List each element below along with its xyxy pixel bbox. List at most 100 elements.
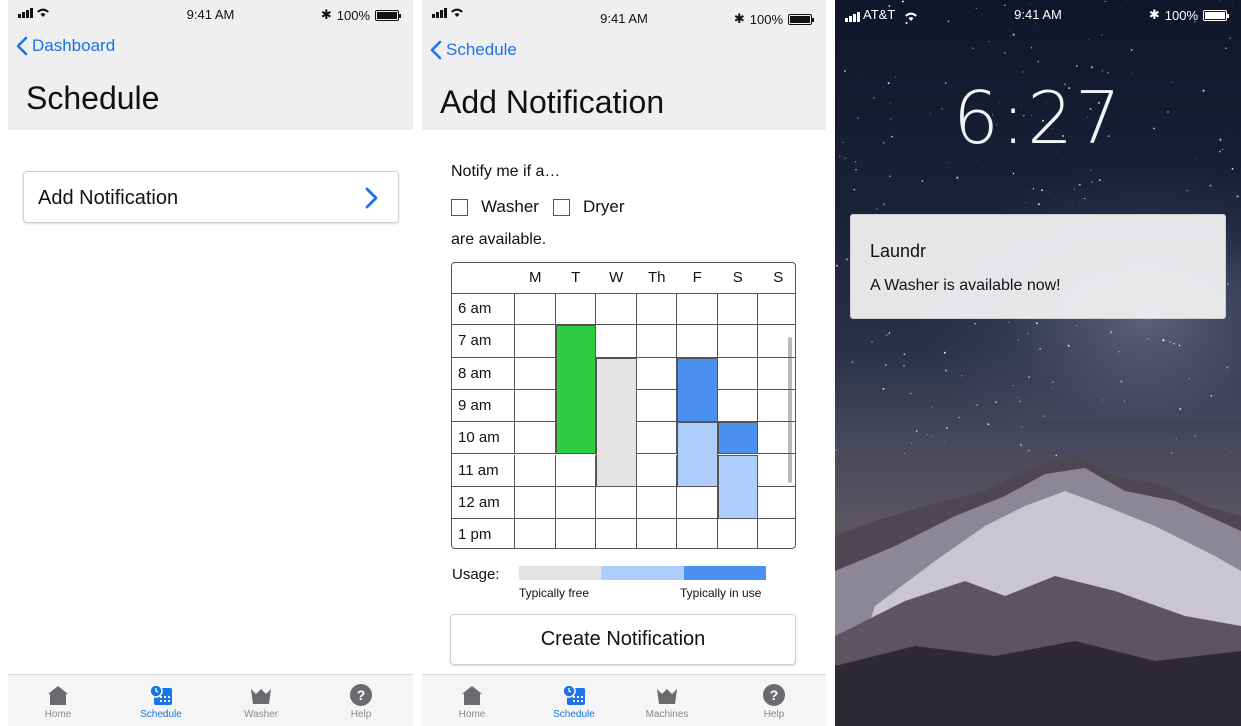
slot-cell[interactable] bbox=[515, 422, 556, 455]
slot-cell[interactable] bbox=[556, 519, 596, 548]
time-label: 1 pm bbox=[458, 526, 492, 544]
slot-cell[interactable] bbox=[717, 325, 758, 358]
day-header: T bbox=[571, 269, 581, 286]
star bbox=[1120, 380, 1123, 383]
slot-cell[interactable] bbox=[636, 422, 677, 455]
slot-cell[interactable] bbox=[717, 293, 758, 326]
slot-cell[interactable] bbox=[677, 486, 718, 520]
slot-cell[interactable] bbox=[515, 389, 556, 423]
slot-cell[interactable] bbox=[596, 325, 637, 358]
add-notification-row[interactable]: Add Notification bbox=[23, 171, 399, 223]
tab-schedule[interactable]: Schedule bbox=[126, 683, 196, 720]
washer-checkbox[interactable] bbox=[451, 198, 468, 216]
battery-status: ✱ 100% bbox=[1149, 7, 1229, 23]
slot-cell[interactable] bbox=[677, 325, 718, 358]
star bbox=[885, 334, 888, 337]
star bbox=[1225, 47, 1227, 49]
slot-cell[interactable] bbox=[555, 293, 596, 326]
slot-cell[interactable] bbox=[596, 519, 637, 548]
slot-cell[interactable] bbox=[758, 519, 795, 548]
tab-home[interactable]: Home bbox=[23, 683, 93, 720]
lock-clock: 6:27 bbox=[953, 76, 1123, 160]
usage-block[interactable] bbox=[677, 422, 718, 487]
tab-washer[interactable]: Washer bbox=[226, 683, 296, 720]
row-label: Add Notification bbox=[38, 187, 179, 209]
usage-block[interactable] bbox=[717, 422, 758, 455]
usage-block[interactable] bbox=[596, 357, 637, 487]
chevron-right-icon bbox=[365, 187, 378, 209]
star bbox=[871, 340, 873, 343]
slot-cell[interactable] bbox=[718, 519, 758, 548]
slot-cell[interactable] bbox=[677, 293, 718, 326]
push-notification[interactable]: Laundr A Washer is available now! bbox=[850, 214, 1226, 319]
battery-icon bbox=[788, 13, 814, 25]
slot-cell[interactable] bbox=[717, 389, 758, 423]
tab-schedule[interactable]: Schedule bbox=[539, 683, 609, 720]
slot-cell[interactable] bbox=[758, 325, 795, 358]
star bbox=[1155, 62, 1157, 64]
slot-cell[interactable] bbox=[717, 357, 758, 390]
back-button[interactable]: Schedule bbox=[430, 40, 517, 60]
slot-cell[interactable] bbox=[515, 519, 556, 548]
slot-cell[interactable] bbox=[758, 487, 795, 520]
tab-home[interactable]: Home bbox=[437, 683, 507, 720]
battery-percent: 100% bbox=[749, 11, 783, 27]
slot-cell[interactable] bbox=[515, 325, 556, 358]
slot-cell[interactable] bbox=[758, 358, 795, 390]
slot-cell[interactable] bbox=[636, 454, 677, 487]
tab-label: Home bbox=[458, 709, 486, 720]
star bbox=[1202, 368, 1204, 369]
star bbox=[1004, 52, 1006, 54]
slot-cell[interactable] bbox=[555, 454, 596, 487]
star bbox=[844, 70, 846, 72]
star bbox=[1188, 378, 1190, 380]
slot-cell[interactable] bbox=[636, 486, 677, 520]
slot-cell[interactable] bbox=[515, 293, 556, 326]
availability-text: are available. bbox=[451, 231, 547, 248]
help-icon: ? bbox=[763, 684, 785, 706]
tab-help[interactable]: ? Help bbox=[326, 683, 396, 720]
star bbox=[1169, 341, 1172, 343]
star bbox=[1231, 168, 1234, 170]
slot-cell[interactable] bbox=[758, 455, 795, 487]
schedule-grid[interactable]: M T W Th F S S 6 am 7 am 8 am 9 am 10 am 11 am 12 am 1… bbox=[451, 262, 796, 549]
slot-cell[interactable] bbox=[596, 293, 637, 326]
slot-cell[interactable] bbox=[555, 486, 596, 520]
slot-cell[interactable] bbox=[636, 293, 677, 326]
slot-cell[interactable] bbox=[515, 454, 556, 487]
star bbox=[1162, 339, 1165, 342]
back-button[interactable]: Dashboard bbox=[16, 36, 115, 56]
slot-cell[interactable] bbox=[637, 519, 677, 548]
slot-cell[interactable] bbox=[758, 390, 795, 423]
day-header: F bbox=[692, 269, 702, 286]
slot-cell[interactable] bbox=[636, 389, 677, 423]
slot-cell[interactable] bbox=[758, 293, 795, 326]
dryer-checkbox[interactable] bbox=[552, 198, 570, 216]
star bbox=[1209, 184, 1212, 187]
slot-cell[interactable] bbox=[636, 357, 677, 390]
create-notification-button[interactable]: Create Notification bbox=[450, 614, 796, 665]
slot-cell[interactable] bbox=[515, 357, 556, 390]
usage-block[interactable] bbox=[555, 325, 596, 455]
battery-icon bbox=[1203, 9, 1229, 21]
star bbox=[1101, 70, 1104, 72]
star bbox=[865, 50, 867, 51]
star bbox=[1036, 322, 1038, 325]
tab-help[interactable]: ? Help bbox=[739, 683, 809, 720]
slot-cell[interactable] bbox=[596, 486, 637, 520]
usage-mid-swatch bbox=[601, 566, 684, 580]
star bbox=[943, 351, 946, 354]
slot-cell[interactable] bbox=[677, 519, 718, 548]
star bbox=[1147, 337, 1150, 340]
time-label: 7 am bbox=[458, 332, 492, 350]
slot-cell[interactable] bbox=[636, 325, 677, 358]
slot-cell[interactable] bbox=[758, 422, 795, 455]
bluetooth-icon: ✱ bbox=[733, 11, 745, 26]
tab-machines[interactable]: Machines bbox=[632, 683, 702, 720]
usage-block[interactable] bbox=[677, 357, 718, 423]
usage-block[interactable] bbox=[717, 454, 758, 520]
star bbox=[910, 392, 912, 395]
time-label: 6 am bbox=[458, 300, 492, 317]
slot-cell[interactable] bbox=[515, 486, 556, 520]
star bbox=[1220, 347, 1222, 349]
